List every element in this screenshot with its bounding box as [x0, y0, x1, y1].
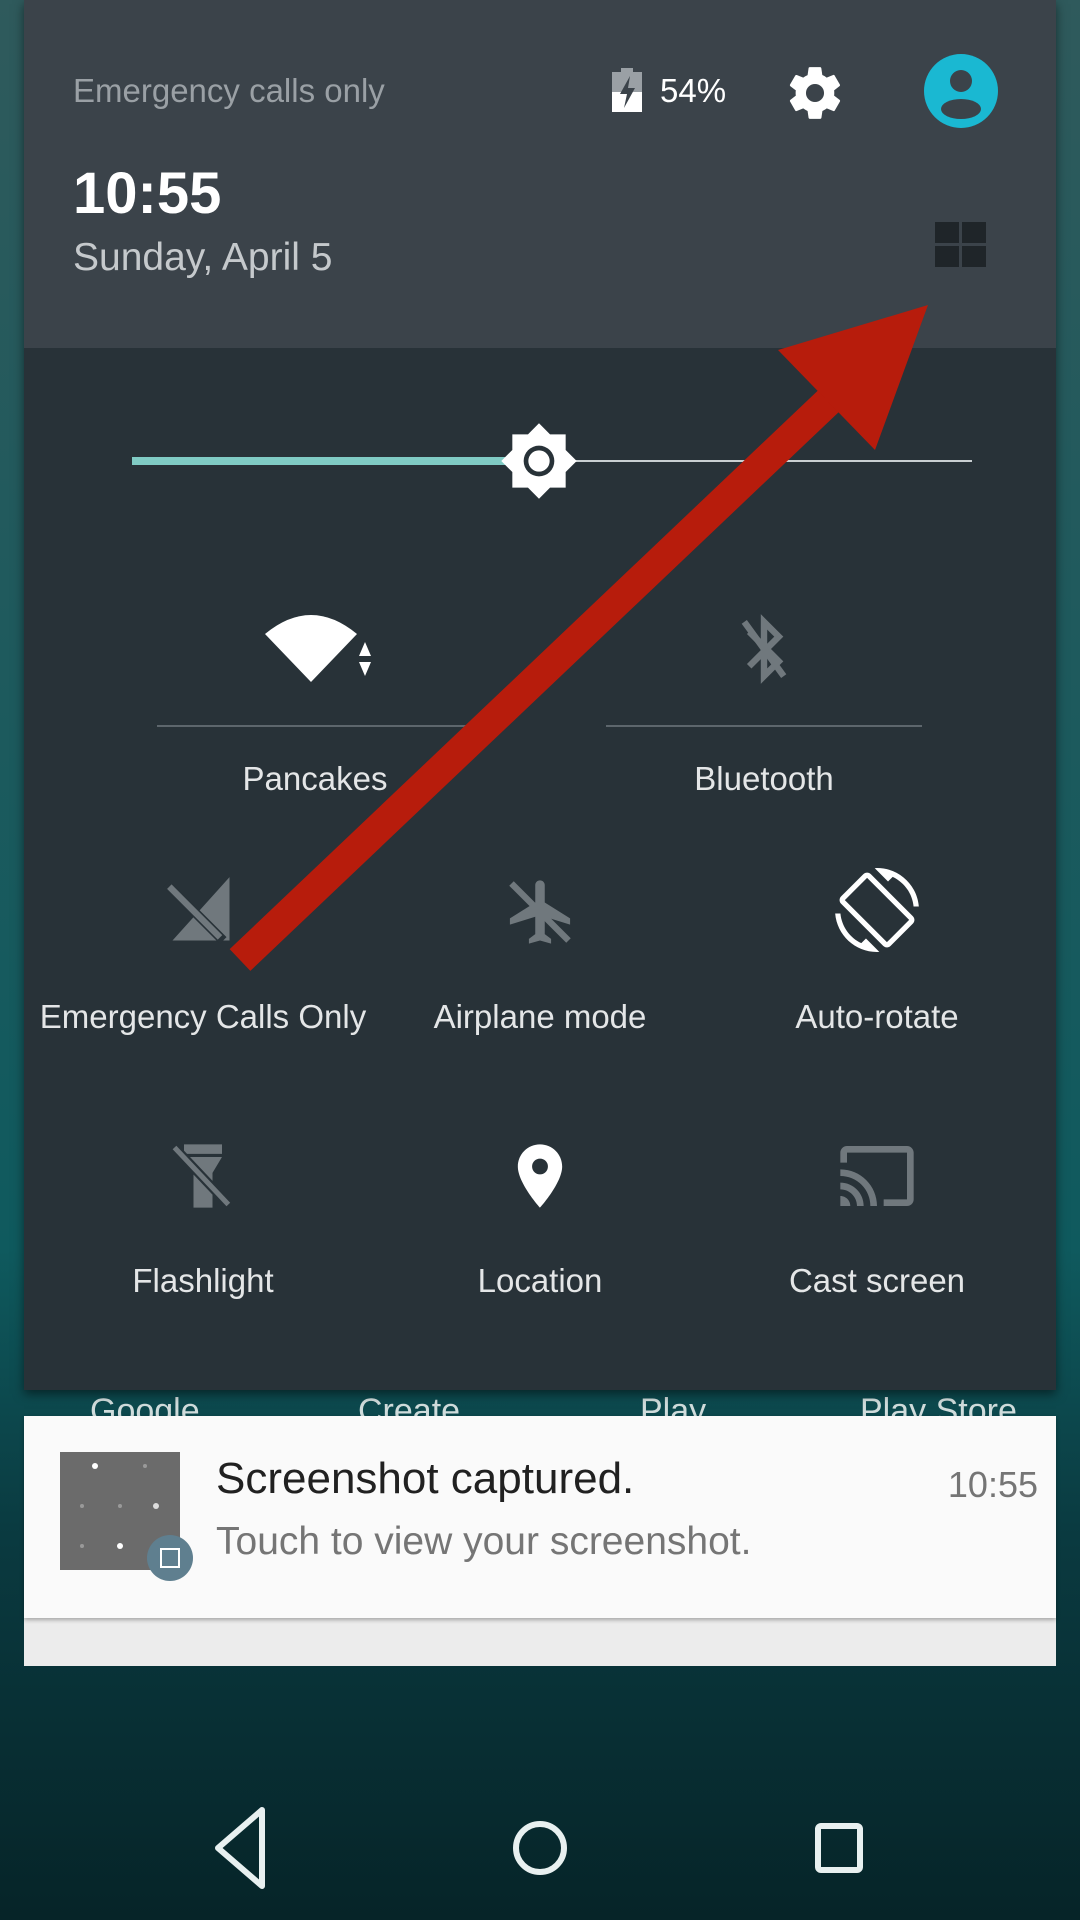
back-icon[interactable]	[215, 1807, 265, 1889]
screenshot-thumbnail	[60, 1452, 193, 1581]
cellular-off-icon	[163, 877, 230, 944]
quick-settings-panel: Emergency calls only 54% 10:55 Sunday, A…	[24, 0, 1056, 1390]
battery-charging-icon	[612, 68, 642, 112]
clock-time: 10:55	[73, 161, 222, 226]
carrier-text: Emergency calls only	[73, 72, 385, 109]
notification-time: 10:55	[947, 1464, 1038, 1505]
auto-rotate-icon	[835, 868, 919, 952]
date-text[interactable]: Sunday, April 5	[73, 236, 332, 280]
cast-icon	[840, 1146, 914, 1206]
tile-bluetooth[interactable]: Bluetooth	[594, 600, 934, 810]
airplane-off-icon	[509, 880, 571, 944]
location-icon	[517, 1144, 563, 1208]
home-icon[interactable]	[513, 1821, 567, 1875]
tile-label: Location	[477, 1262, 603, 1299]
wifi-icon	[265, 615, 371, 682]
tile-divider	[157, 725, 473, 727]
tile-cast-screen[interactable]: Cast screen	[707, 1130, 1047, 1310]
tile-flashlight[interactable]: Flashlight	[33, 1130, 373, 1310]
tile-label: Auto-rotate	[795, 998, 959, 1035]
tile-wifi[interactable]: Pancakes	[145, 600, 485, 810]
user-avatar-icon[interactable]	[924, 54, 998, 128]
tile-auto-rotate[interactable]: Auto-rotate	[707, 868, 1047, 1048]
battery-percent: 54%	[660, 72, 727, 109]
tile-airplane[interactable]: Airplane mode	[370, 868, 710, 1048]
screenshot-notification[interactable]: Screenshot captured. Touch to view your …	[24, 1416, 1056, 1618]
edit-tiles-grid-icon[interactable]	[935, 222, 987, 268]
brightness-slider-fill	[132, 457, 540, 465]
brightness-slider-track[interactable]	[540, 460, 972, 462]
tile-divider	[606, 725, 922, 727]
status-header: Emergency calls only 54% 10:55 Sunday, A…	[24, 0, 1056, 348]
tile-cellular[interactable]: Emergency Calls Only	[33, 868, 373, 1048]
tile-label: Bluetooth	[694, 760, 834, 797]
flashlight-off-icon	[171, 1144, 232, 1208]
tile-label: Pancakes	[242, 760, 388, 797]
settings-gear-icon[interactable]	[784, 62, 846, 124]
notification-title: Screenshot captured.	[216, 1454, 635, 1503]
tile-label: Emergency Calls Only	[39, 998, 367, 1035]
tile-label: Cast screen	[788, 1262, 966, 1299]
tile-label: Flashlight	[132, 1262, 274, 1299]
brightness-slider-thumb[interactable]	[499, 421, 579, 501]
notification-text: Touch to view your screenshot.	[216, 1520, 752, 1563]
recents-icon[interactable]	[815, 1823, 863, 1873]
bluetooth-off-icon	[741, 614, 787, 684]
navigation-bar	[215, 1807, 863, 1889]
tile-location[interactable]: Location	[370, 1130, 710, 1310]
tile-label: Airplane mode	[433, 998, 647, 1035]
